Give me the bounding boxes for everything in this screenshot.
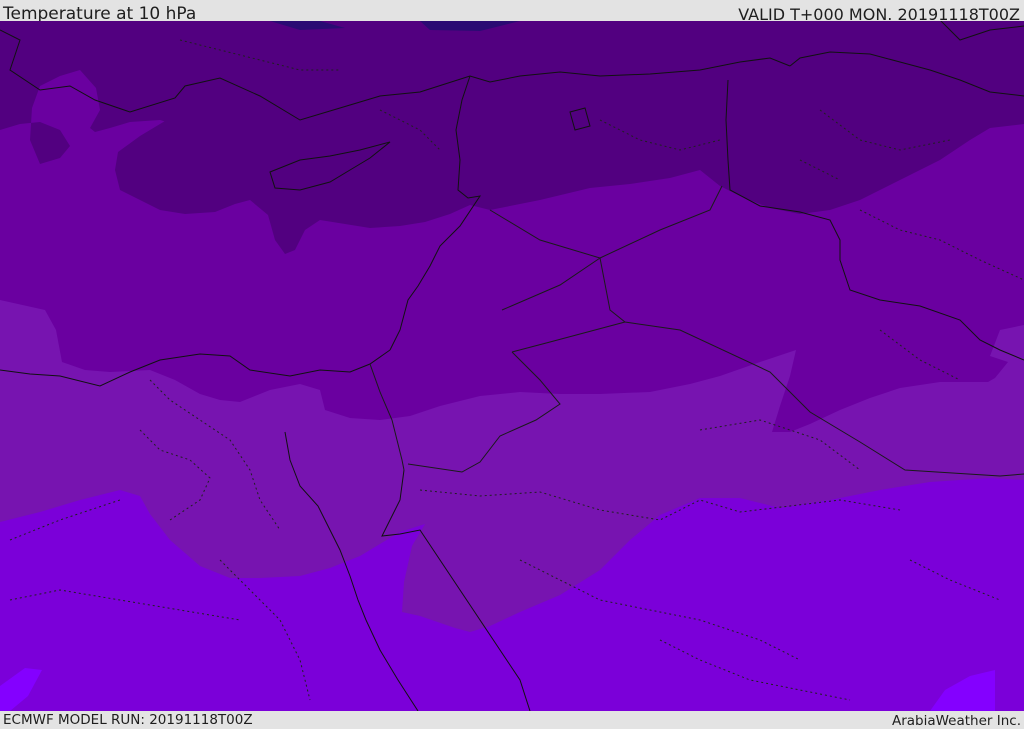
temperature-map [0, 21, 1024, 711]
model-run-label: ECMWF MODEL RUN: 20191118T00Z [3, 712, 253, 728]
brand-label: ArabiaWeather Inc. [891, 713, 1021, 729]
footer-bar: ECMWF MODEL RUN: 20191118T00Z ArabiaWeat… [0, 711, 1024, 729]
header-bar: Temperature at 10 hPa VALID T+000 MON. 2… [0, 0, 1024, 24]
